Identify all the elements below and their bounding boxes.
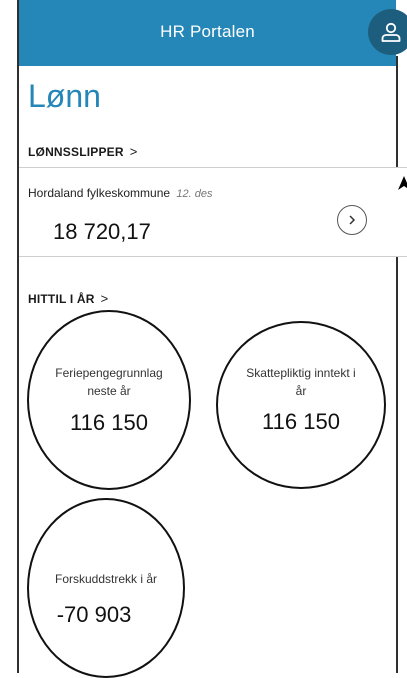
year-to-date-section-label: HITTIL I ÅR [28, 291, 95, 306]
app-title: HR Portalen [160, 22, 255, 41]
stat-label: Skattepliktig inntekt i år [218, 364, 384, 400]
employer-name: Hordaland fylkeskommune [28, 186, 171, 200]
stat-label-line: år [295, 384, 307, 398]
chevron-right-icon [349, 215, 356, 225]
stat-circle-skattepliktig-inntekt: Skattepliktig inntekt i år 116 150 [216, 321, 386, 489]
stat-label: Forskuddstrekk i år [29, 570, 183, 588]
stat-label-line: neste år [87, 384, 131, 398]
frame-border-left [17, 0, 19, 673]
payslip-amount: 18 720,17 [53, 219, 151, 244]
payslips-section-label: LØNNSSLIPPER [28, 144, 124, 159]
arrow-up-icon [398, 176, 407, 190]
chevron-right-icon: > [100, 291, 109, 306]
payslips-link[interactable]: LØNNSSLIPPER > [28, 144, 138, 159]
open-payslip-button[interactable] [337, 205, 367, 235]
profile-button[interactable] [368, 9, 407, 55]
stat-circle-forskuddstrekk: Forskuddstrekk i år -70 903 [27, 498, 185, 678]
stat-label-line: Forskuddstrekk i år [54, 572, 158, 586]
stat-value: -70 903 [56, 602, 132, 627]
user-icon [381, 22, 401, 42]
app-header: HR Portalen [19, 0, 407, 66]
stat-value: 116 150 [262, 409, 340, 434]
stat-circle-feriepengegrunnlag: Feriepengegrunnlag neste år 116 150 [27, 310, 191, 490]
year-to-date-link[interactable]: HITTIL I ÅR > [28, 291, 108, 306]
payslip-date: 12. des [176, 188, 213, 200]
page-title: Lønn [28, 78, 101, 114]
stat-label: Feriepengegrunnlag neste år [29, 364, 189, 400]
chevron-right-icon: > [129, 144, 138, 159]
payslip-card[interactable]: Hordaland fylkeskommune 12. des 18 720,1… [19, 167, 407, 257]
stat-value: 116 150 [70, 410, 148, 435]
stat-label-line: Skattepliktig inntekt i [246, 366, 356, 380]
frame-border-right [396, 56, 398, 673]
payslip-employer: Hordaland fylkeskommune 12. des [28, 186, 213, 200]
stat-label-line: Feriepengegrunnlag [55, 366, 163, 380]
